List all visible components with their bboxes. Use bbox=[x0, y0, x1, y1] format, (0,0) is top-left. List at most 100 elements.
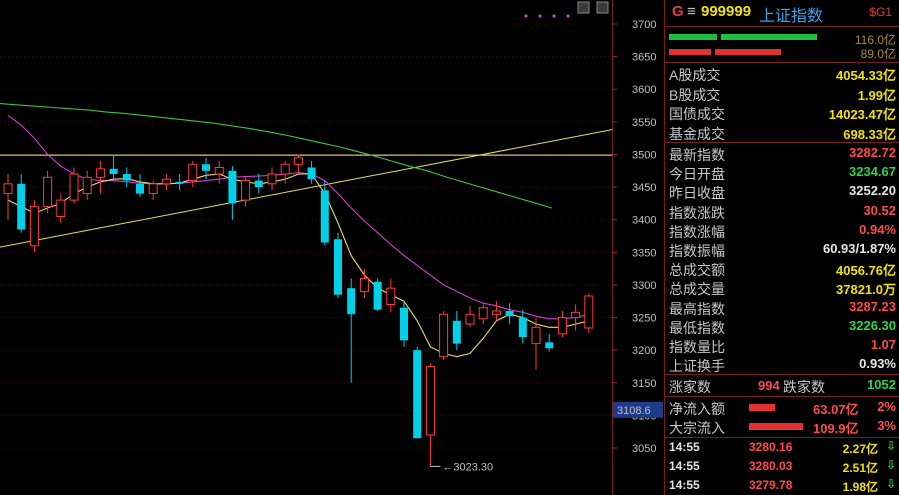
turnover-row: 基金成交 698.33亿 bbox=[665, 123, 899, 142]
candle-body bbox=[400, 307, 408, 341]
candle bbox=[359, 268, 369, 298]
candle bbox=[531, 317, 541, 370]
candle-body bbox=[386, 287, 396, 305]
window-dots bbox=[524, 14, 570, 18]
candle bbox=[386, 278, 396, 313]
candle-body bbox=[267, 173, 277, 185]
candle-body bbox=[347, 288, 356, 315]
turnover-row: B股成交 1.99亿 bbox=[665, 84, 899, 103]
ma-fast-line bbox=[7, 173, 589, 358]
stat-label: 总成交额 bbox=[669, 262, 725, 279]
stat-row: 指数量比 1.07 bbox=[665, 336, 899, 355]
down-arrow-icon: ⇩ bbox=[885, 458, 896, 472]
candle bbox=[267, 167, 277, 191]
y-tick-label: 3450 bbox=[632, 182, 656, 194]
y-tick-label: 3200 bbox=[632, 345, 656, 357]
y-tick-label: 3050 bbox=[632, 443, 656, 455]
turnover-value: 1.99亿 bbox=[857, 87, 896, 103]
candle-body bbox=[148, 183, 158, 195]
flow-value: 109.9亿 bbox=[813, 421, 859, 436]
candle-body bbox=[545, 342, 554, 349]
candle-body bbox=[571, 311, 581, 319]
down-count-label: 跌家数 bbox=[783, 379, 825, 395]
tick-row: 14:55 3280.03 2.51亿 ⇩ bbox=[665, 457, 899, 475]
breadth-down-bar bbox=[669, 49, 711, 55]
candle-body bbox=[478, 307, 488, 320]
candle bbox=[3, 174, 13, 220]
stat-value: 60.93/1.87% bbox=[822, 241, 896, 256]
stat-row: 总成交量 37821.0万 bbox=[665, 278, 899, 297]
candle-body bbox=[161, 178, 171, 185]
candle bbox=[413, 346, 422, 439]
tick-time: 14:55 bbox=[669, 478, 700, 492]
candle-body bbox=[3, 183, 13, 195]
quote-panel: G ≡ 999999 上证指数 $G1 116.0亿 89.0亿 A股成交 405… bbox=[664, 0, 899, 495]
candle bbox=[400, 301, 408, 347]
candle-body bbox=[334, 239, 342, 295]
flow-label: 净流入额 bbox=[669, 401, 725, 417]
tick-row: 14:55 3279.78 1.98亿 ⇩ bbox=[665, 476, 899, 494]
group-tag[interactable]: $G1 bbox=[869, 5, 892, 19]
candle bbox=[17, 174, 26, 233]
window-buttons[interactable] bbox=[577, 1, 609, 14]
tick-price: 3279.78 bbox=[749, 478, 793, 492]
stat-label: 指数涨幅 bbox=[669, 223, 725, 240]
candle-body bbox=[557, 317, 567, 335]
breadth-up-bar-2 bbox=[721, 34, 817, 40]
low-annotation-label: ←3023.30 bbox=[442, 461, 493, 473]
flow-row: 大宗流入 109.9亿 3% bbox=[665, 417, 899, 436]
candlestick-chart[interactable]: ←3023.30 3700 3650 3600 3550 3500 3450 3400 335… bbox=[0, 0, 663, 495]
candle-body bbox=[425, 365, 435, 436]
down-arrow-icon: ⇩ bbox=[885, 477, 896, 491]
security-code: 999999 bbox=[701, 3, 752, 20]
y-tick-label: 3250 bbox=[632, 313, 656, 325]
stat-row: 最新指数 3282.72 bbox=[665, 144, 899, 163]
y-tick-label: 3150 bbox=[632, 378, 656, 390]
stat-row: 昨日收盘 3252.20 bbox=[665, 182, 899, 201]
ma-mid-line bbox=[7, 114, 589, 320]
stat-value: 1.07 bbox=[870, 337, 896, 352]
y-tick-label: 3650 bbox=[632, 52, 656, 64]
down-arrow-icon: ⇩ bbox=[885, 439, 896, 453]
candle-body bbox=[109, 168, 118, 175]
chart-guides: ←3023.30 bbox=[0, 129, 613, 473]
candle-body bbox=[452, 320, 461, 344]
tick-volume: 1.98亿 bbox=[842, 480, 878, 494]
stat-label: 最低指数 bbox=[669, 319, 725, 336]
stat-label: 总成交量 bbox=[669, 281, 725, 298]
stat-value: 37821.0万 bbox=[836, 282, 896, 298]
candle bbox=[122, 167, 131, 188]
quote-header: G ≡ 999999 上证指数 $G1 bbox=[665, 0, 899, 26]
y-tick-label: 3350 bbox=[632, 247, 656, 259]
candle bbox=[545, 333, 554, 352]
candle bbox=[465, 305, 475, 328]
candle bbox=[148, 180, 158, 201]
flow-bar bbox=[749, 404, 775, 411]
candle-body bbox=[293, 157, 303, 165]
stat-label: 最新指数 bbox=[669, 147, 725, 163]
stat-row: 最低指数 3226.30 bbox=[665, 317, 899, 336]
security-name: 上证指数 bbox=[759, 8, 824, 25]
up-count-label: 涨家数 bbox=[669, 379, 711, 395]
candle-body bbox=[17, 183, 26, 230]
stat-label: 今日开盘 bbox=[669, 166, 725, 183]
candle bbox=[491, 301, 501, 321]
flow-pct: 3% bbox=[877, 418, 896, 433]
stat-row: 上证换手 0.93% bbox=[665, 355, 899, 374]
candle bbox=[241, 177, 251, 207]
hamburger-icon[interactable]: ≡ bbox=[687, 3, 696, 20]
chart-grid bbox=[0, 0, 613, 495]
candle bbox=[175, 174, 184, 191]
candle-body bbox=[95, 168, 105, 178]
candle-body bbox=[122, 174, 131, 181]
y-tick-label: 3700 bbox=[632, 19, 656, 31]
candle bbox=[505, 303, 514, 325]
turnover-label: 基金成交 bbox=[669, 125, 725, 142]
candle-body bbox=[56, 199, 66, 217]
turnover-row: 国债成交 14023.47亿 bbox=[665, 103, 899, 122]
candle bbox=[214, 160, 224, 184]
breadth-down-bar-2 bbox=[715, 49, 781, 55]
tick-row: 14:55 3280.16 2.27亿 ⇩ bbox=[665, 438, 899, 456]
stat-row: 指数振幅 60.93/1.87% bbox=[665, 240, 899, 259]
stat-value: 3287.23 bbox=[849, 298, 896, 314]
